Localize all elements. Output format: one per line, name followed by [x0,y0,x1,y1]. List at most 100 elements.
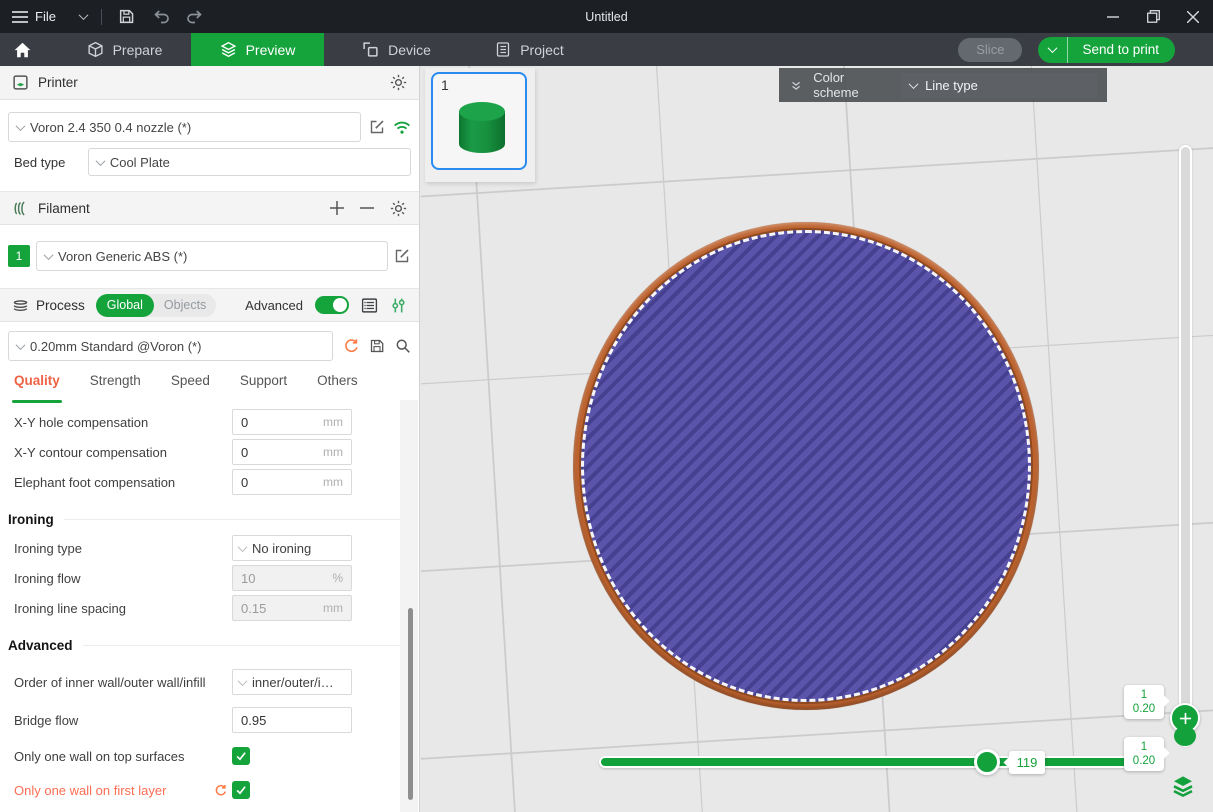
add-filament-button[interactable] [330,201,344,215]
tab-others[interactable]: Others [317,373,358,403]
sliced-layer-infill [581,230,1031,702]
layer-view-mode-button[interactable] [1169,772,1197,800]
parameter-list: X-Y hole compensation mm X-Y contour com… [0,407,419,805]
close-button[interactable] [1173,0,1213,33]
scope-global-button[interactable]: Global [96,294,154,317]
wifi-icon[interactable] [393,120,411,135]
send-options-button[interactable] [1038,37,1068,63]
xy-contour-compensation-input[interactable]: mm [232,439,352,465]
advanced-toggle[interactable] [315,296,349,314]
plate-thumbnail[interactable]: 1 [431,72,527,170]
ironing-type-value: No ironing [252,541,311,556]
setting-row: Only one wall on top surfaces [0,741,419,771]
remove-filament-button[interactable] [360,201,374,215]
tab-support[interactable]: Support [240,373,287,403]
edit-icon [369,119,385,135]
file-menu-button[interactable]: File [0,0,66,33]
setting-row: Elephant foot compensation mm [0,467,419,497]
collapse-double-chevron-icon[interactable] [789,78,803,93]
chevron-down-icon [238,676,248,686]
settings-panel: Printer Voron 2.4 350 0.4 nozzle (*) [0,66,420,812]
chevron-down-icon[interactable] [79,10,89,20]
save-button[interactable] [110,4,144,30]
filament-settings-button[interactable] [390,200,407,217]
tab-speed[interactable]: Speed [171,373,210,403]
check-icon [235,750,247,762]
chevron-down-icon [95,156,105,166]
home-button[interactable] [0,33,44,66]
reset-setting-button[interactable] [214,784,227,797]
tab-project-label: Project [520,42,564,58]
elephant-foot-compensation-input[interactable]: mm [232,469,352,495]
move-slider-track[interactable] [599,756,1156,768]
app-window: File Untitled [0,0,1213,812]
reset-preset-button[interactable] [343,338,359,354]
chevron-down-icon [909,79,919,89]
save-icon [118,8,135,25]
process-preset-select[interactable]: 0.20mm Standard @Voron (*) [8,331,333,361]
filament-preset-value: Voron Generic ABS (*) [58,249,187,264]
panel-scrollbar-thumb[interactable] [408,608,413,800]
color-scheme-select[interactable]: Line type [901,73,1097,98]
tab-prepare[interactable]: Prepare [58,33,191,66]
xy-hole-compensation-input[interactable]: mm [232,409,352,435]
layer-slider-track[interactable] [1179,145,1192,747]
setting-label: Ironing type [14,541,232,556]
bed-type-select[interactable]: Cool Plate [88,148,411,176]
tab-quality[interactable]: Quality [14,373,60,403]
wall-order-value: inner/outer/i… [252,675,334,690]
undo-button[interactable] [144,4,178,30]
parameter-list-button[interactable] [361,297,378,314]
ironing-type-select[interactable]: No ironing [232,535,352,561]
window-controls [1093,0,1213,33]
edit-filament-button[interactable] [394,248,410,264]
filament-slot-badge[interactable]: 1 [8,245,30,267]
printer-preset-select[interactable]: Voron 2.4 350 0.4 nozzle (*) [8,112,361,142]
wall-order-select[interactable]: inner/outer/i… [232,669,352,695]
tab-project[interactable]: Project [463,33,596,66]
only-one-wall-top-checkbox[interactable] [232,747,250,765]
edit-icon [394,248,410,264]
sliced-layer-outer-wall [573,222,1039,710]
titlebar: File Untitled [0,0,1213,33]
ironing-flow-input: % [232,565,352,591]
process-preset-value: 0.20mm Standard @Voron (*) [30,339,201,354]
setting-label: Ironing line spacing [14,601,232,616]
save-preset-button[interactable] [369,338,385,354]
setting-label: Only one wall on first layer [14,783,214,798]
preview-viewport[interactable]: 1 Color scheme Line type 119 1 [421,66,1213,812]
filament-preset-select[interactable]: Voron Generic ABS (*) [36,241,388,271]
scope-objects-button[interactable]: Objects [154,298,216,312]
value-input[interactable] [233,440,351,464]
bridge-flow-input[interactable] [232,707,352,733]
minimize-button[interactable] [1093,0,1133,33]
value-input[interactable] [233,410,351,434]
send-to-print-button[interactable]: Send to print [1038,37,1175,63]
process-section-header: Process Global Objects Advanced [0,288,419,322]
restore-button[interactable] [1133,0,1173,33]
layers-icon [220,41,237,58]
search-icon [395,338,411,354]
search-parameter-button[interactable] [395,338,411,354]
tab-strength[interactable]: Strength [90,373,141,403]
slice-button[interactable]: Slice [958,38,1022,62]
redo-button[interactable] [178,4,212,30]
main-nav: Prepare Preview Device Project Sl [0,33,1213,66]
tune-parameters-button[interactable] [390,297,407,314]
color-scheme-bar: Color scheme Line type [779,68,1107,102]
tab-preview[interactable]: Preview [191,33,324,66]
gear-icon [390,200,407,217]
printer-settings-button[interactable] [390,74,407,91]
value-input[interactable] [233,708,351,732]
tab-device[interactable]: Device [330,33,463,66]
value-input [233,596,351,620]
home-icon [13,41,32,59]
setting-row: Ironing line spacing mm [0,593,419,623]
value-input[interactable] [233,470,351,494]
list-icon [361,297,378,314]
edit-printer-button[interactable] [369,119,385,135]
only-one-wall-first-layer-checkbox[interactable] [232,781,250,799]
check-icon [235,784,247,796]
move-slider-handle[interactable] [974,749,1000,775]
layer-slider-handle[interactable] [1174,726,1196,746]
